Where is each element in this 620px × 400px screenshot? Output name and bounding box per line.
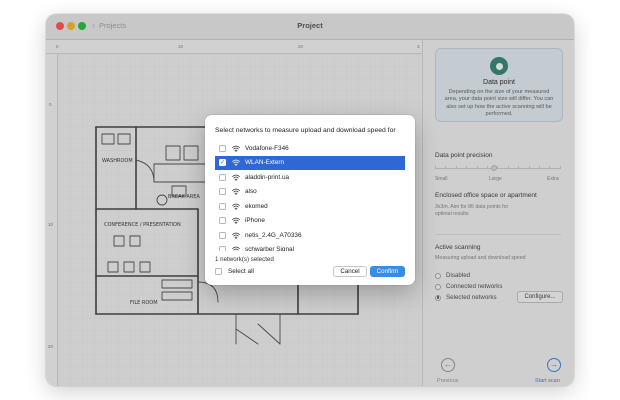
checkbox[interactable] xyxy=(219,231,226,239)
network-name: schwarber Signal xyxy=(245,246,295,251)
wifi-icon xyxy=(232,188,240,196)
select-all-label: Select all xyxy=(228,268,254,275)
network-row[interactable]: aladdin-print.ua xyxy=(215,170,405,185)
wifi-icon xyxy=(232,217,240,225)
selection-status: 1 network(s) selected xyxy=(215,256,274,263)
network-name: Vodafone-F346 xyxy=(245,144,289,152)
wifi-icon xyxy=(232,145,240,152)
network-row[interactable]: schwarber Signal xyxy=(215,243,405,251)
wifi-icon xyxy=(232,174,240,181)
wifi-icon xyxy=(232,159,240,167)
checkbox[interactable] xyxy=(219,246,226,251)
network-row[interactable]: netis_2.4G_A70336 xyxy=(215,228,405,243)
network-row[interactable]: ✓ WLAN-Extern xyxy=(215,155,405,170)
network-row[interactable]: ekomed xyxy=(215,199,405,214)
checkbox[interactable] xyxy=(219,144,226,152)
network-row[interactable]: iPhone xyxy=(215,214,405,229)
network-name: also xyxy=(245,188,257,196)
network-name: iPhone xyxy=(245,217,265,225)
network-name: WLAN-Extern xyxy=(245,159,285,167)
checkbox[interactable] xyxy=(215,268,222,275)
wifi-icon xyxy=(232,203,240,210)
network-row[interactable]: also xyxy=(215,185,405,200)
checkbox[interactable] xyxy=(219,173,226,181)
checkbox[interactable] xyxy=(219,217,226,225)
checkbox[interactable] xyxy=(219,202,226,210)
network-row[interactable]: Vodafone-F346 xyxy=(215,141,405,156)
wifi-icon xyxy=(232,232,240,239)
network-name: ekomed xyxy=(245,202,268,210)
network-name: netis_2.4G_A70336 xyxy=(245,231,302,239)
checkbox[interactable] xyxy=(219,188,226,196)
checkbox[interactable]: ✓ xyxy=(219,159,226,167)
select-all-checkbox[interactable]: Select all xyxy=(215,268,254,275)
network-select-dialog: Select networks to measure upload and do… xyxy=(205,115,415,285)
network-list[interactable]: Vodafone-F346 ✓ WLAN-Extern aladdin-print.u… xyxy=(215,141,405,251)
cancel-button[interactable]: Cancel xyxy=(333,266,367,277)
dialog-title: Select networks to measure upload and do… xyxy=(215,127,396,134)
network-name: aladdin-print.ua xyxy=(245,173,290,181)
wifi-icon xyxy=(232,246,240,251)
confirm-button[interactable]: Confirm xyxy=(370,266,405,277)
